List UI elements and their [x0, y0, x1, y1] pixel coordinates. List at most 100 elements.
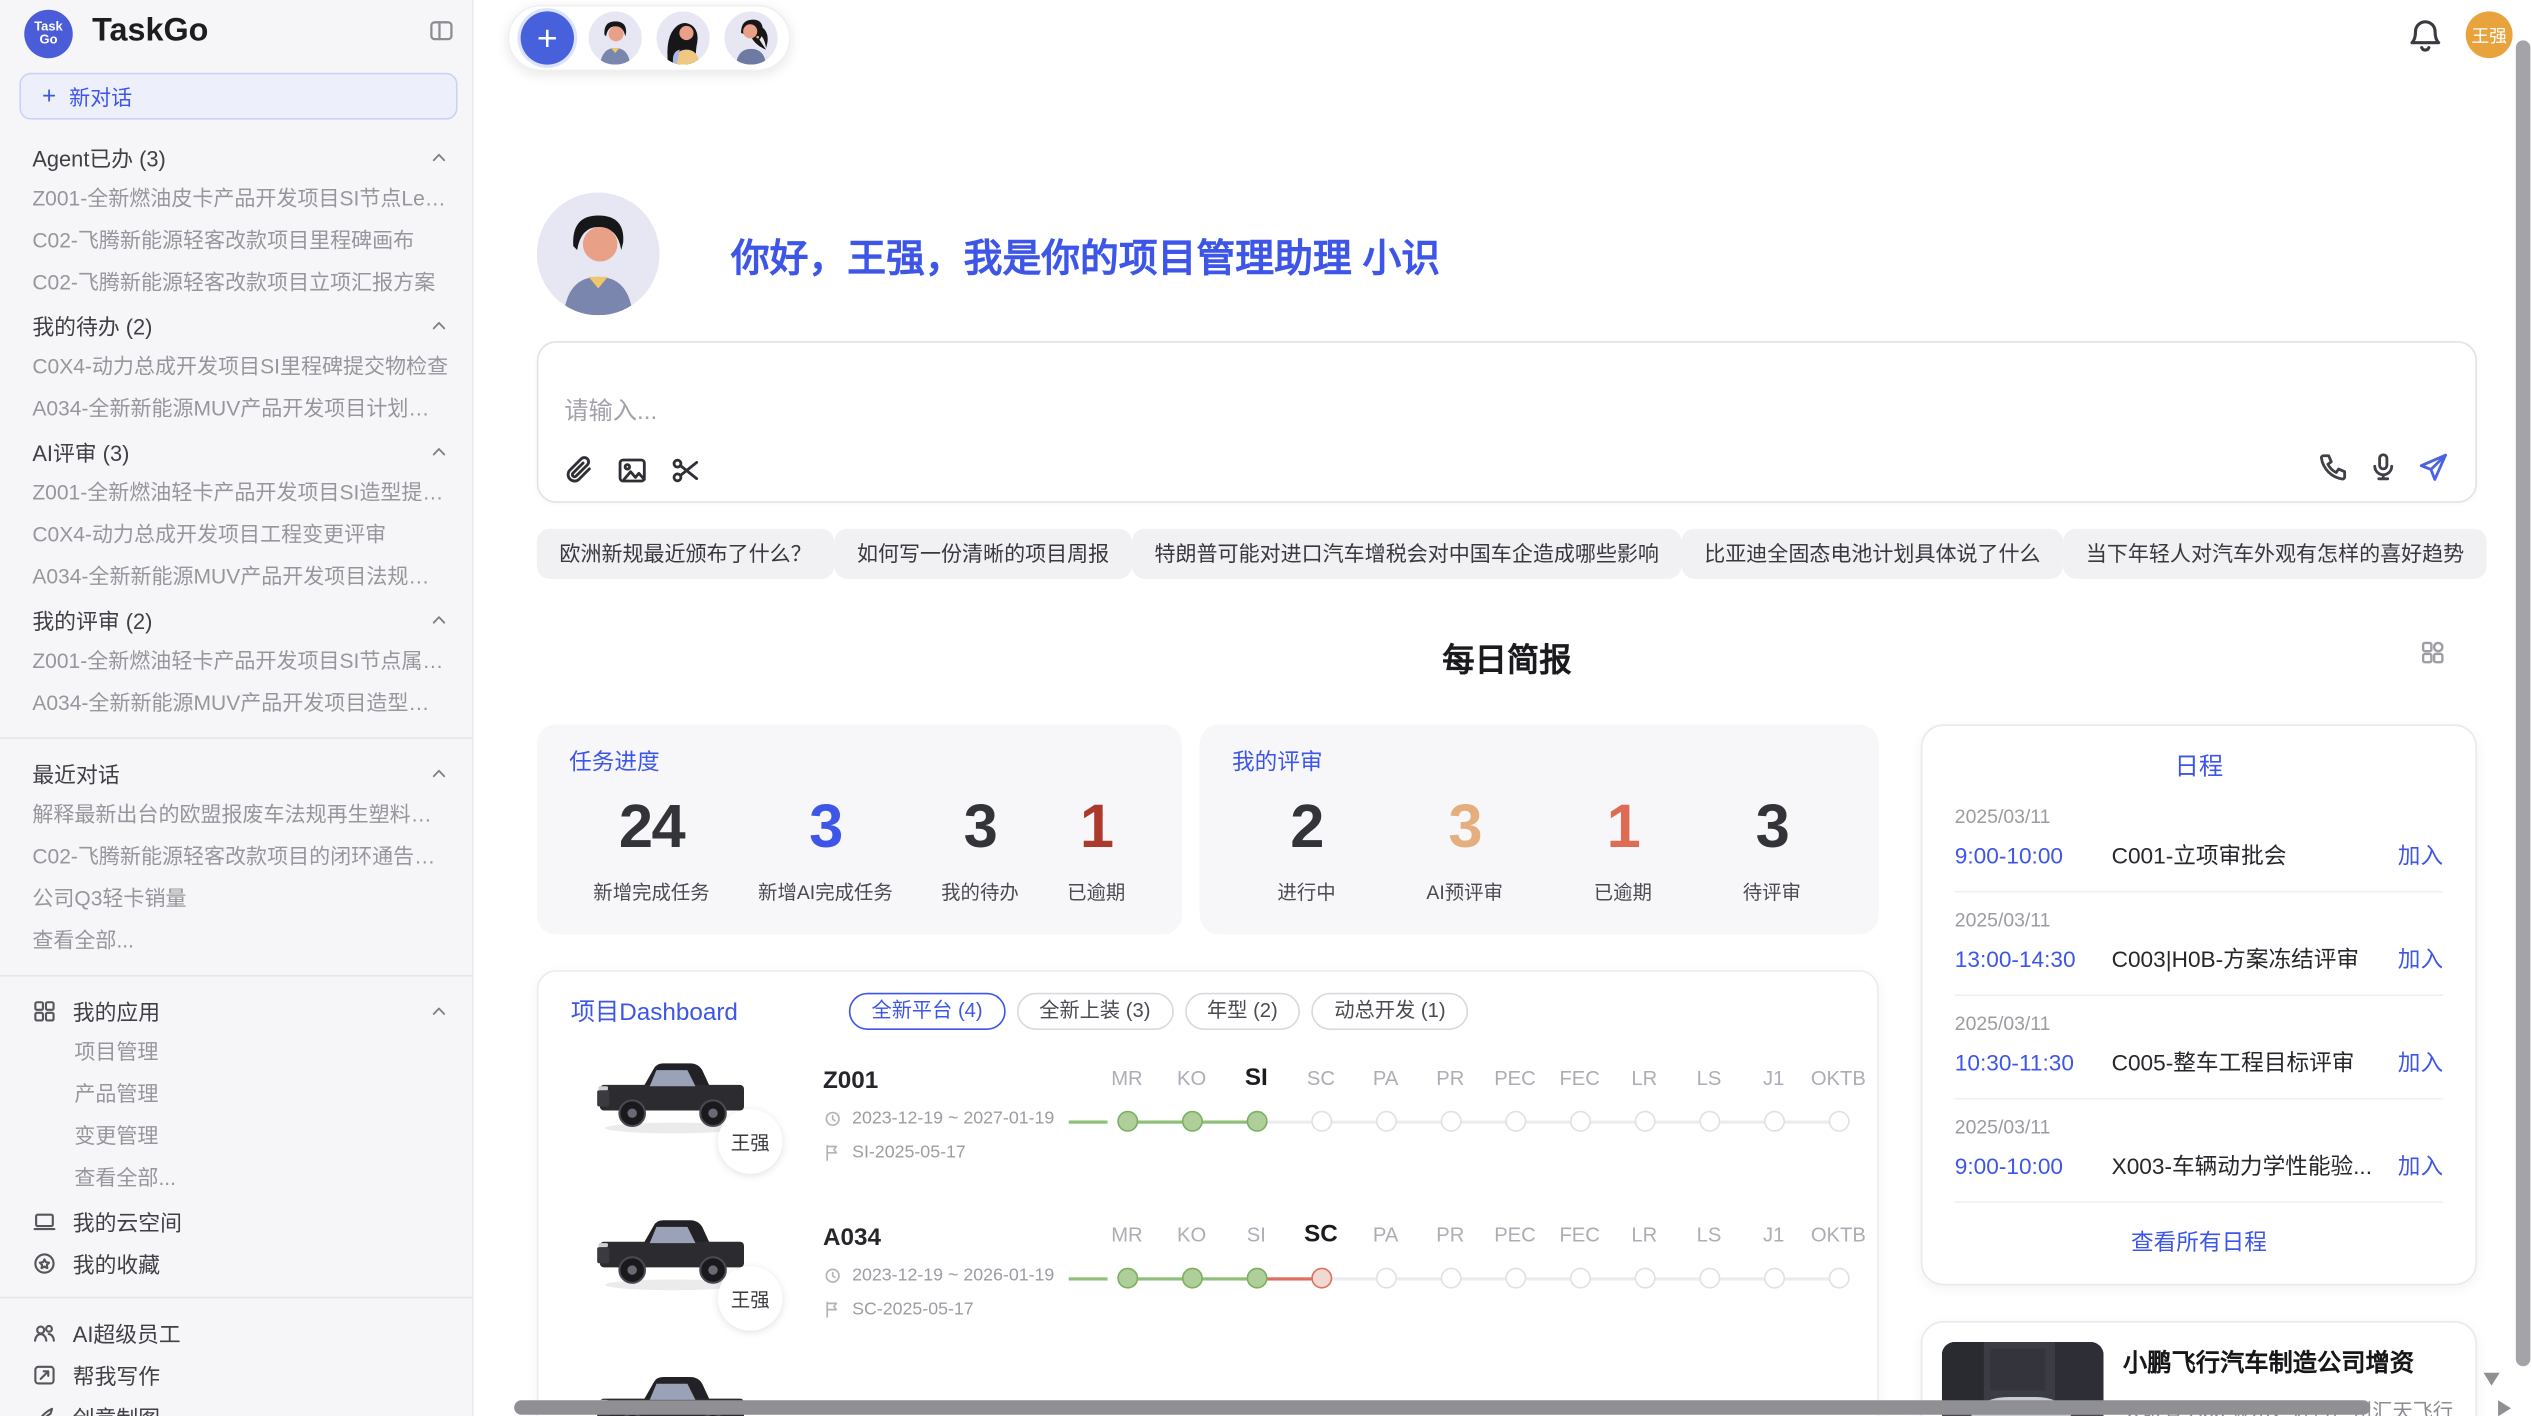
image-upload-icon[interactable] [616, 454, 648, 486]
sidebar-item-laptop[interactable]: 我的云空间 [0, 1200, 472, 1242]
project-info: A0342023-12-19 ~ 2026-01-19SC-2025-05-17 [823, 1224, 1054, 1319]
sidebar-item[interactable]: Z001-全新燃油轻卡产品开发项目SI节点属性5D文件评审 [0, 640, 472, 682]
dashboard-tab[interactable]: 年型 (2) [1184, 993, 1300, 1030]
briefing-columns: 任务进度24新增完成任务3新增AI完成任务3我的待办1已逾期我的评审2进行中3A… [537, 724, 2477, 1416]
project-dates: 2023-12-19 ~ 2026-01-19 [823, 1266, 1054, 1285]
plus-icon: + [42, 82, 56, 109]
chevron-up-icon [428, 1000, 449, 1021]
event-join-link[interactable]: 加入 [2398, 943, 2443, 975]
recent-view-all-link[interactable]: 查看全部... [0, 920, 472, 962]
sidebar-item[interactable]: C0X4-动力总成开发项目工程变更评审 [0, 514, 472, 556]
milestone-track: MRKOSISCPAPRPECFECLRLSJ1OKTB [1095, 1216, 1871, 1303]
milestone: MR [1095, 1216, 1160, 1303]
milestone-dot [1634, 1268, 1655, 1289]
section-title: Agent已办 (3) [32, 141, 165, 173]
sidebar-item[interactable]: C02-飞腾新能源轻客改款项目里程碑画布 [0, 220, 472, 262]
stat-value: 3 [1743, 794, 1801, 864]
sidebar-item-my-apps[interactable]: 我的应用 [0, 990, 472, 1032]
project-row[interactable]: 王强Z0012023-12-19 ~ 2027-01-19SI-2025-05-… [571, 1043, 1877, 1200]
dashboard-title: 项目Dashboard [571, 994, 849, 1028]
suggestion-chip[interactable]: 如何写一份清晰的项目周报 [834, 529, 1132, 579]
app-subitem[interactable]: 产品管理 [0, 1074, 472, 1116]
sidebar-tool-pen[interactable]: 创意制图 [0, 1395, 472, 1416]
suggestion-chip[interactable]: 欧洲新规最近颁布了什么？ [537, 529, 835, 579]
recent-conversation-item[interactable]: 解释最新出台的欧盟报废车法规再生塑料比例被调至15%... [0, 794, 472, 836]
dashboard-tab[interactable]: 动总开发 (1) [1312, 993, 1468, 1030]
attachment-paperclip-icon[interactable] [563, 454, 595, 486]
app-subitem[interactable]: 查看全部... [0, 1158, 472, 1200]
sidebar-item[interactable]: C0X4-动力总成开发项目SI里程碑提交物检查 [0, 346, 472, 388]
collapse-sidebar-icon[interactable] [428, 18, 454, 44]
stat: 1已逾期 [1067, 794, 1125, 906]
chat-input[interactable] [564, 398, 2019, 425]
microphone-icon[interactable] [2367, 451, 2399, 483]
section-title: 我的评审 (2) [32, 603, 152, 635]
input-attachments [563, 454, 702, 486]
event-join-link[interactable]: 加入 [2398, 1150, 2443, 1182]
milestone-label: OKTB [1806, 1059, 1871, 1098]
stat-cards-row: 任务进度24新增完成任务3新增AI完成任务3我的待办1已逾期我的评审2进行中3A… [537, 724, 1879, 934]
event-join-link[interactable]: 加入 [2398, 839, 2443, 871]
sidebar-scroll: Agent已办 (3) Z001-全新燃油皮卡产品开发项目SI节点Lesson L… [0, 136, 472, 1416]
app-subitem[interactable]: 变更管理 [0, 1116, 472, 1158]
recent-section-header[interactable]: 最近对话 [0, 752, 472, 794]
row-label: 我的云空间 [73, 1205, 450, 1237]
section-header[interactable]: Agent已办 (3) [0, 136, 472, 178]
send-icon[interactable] [2417, 451, 2449, 483]
milestone-label: MR [1095, 1059, 1160, 1098]
section-header[interactable]: AI评审 (3) [0, 430, 472, 472]
event-date: 2025/03/11 [1955, 909, 2443, 932]
sidebar-tool-people[interactable]: AI超级员工 [0, 1311, 472, 1353]
assistant-avatar [537, 192, 660, 315]
sidebar-item[interactable]: Z001-全新燃油皮卡产品开发项目SI节点Lesson Learn报告 [0, 178, 472, 220]
stat: 3新增AI完成任务 [758, 794, 893, 906]
vertical-scrollbar[interactable] [2516, 40, 2531, 1366]
sidebar-header: Task Go TaskGo [0, 0, 472, 68]
dashboard-tab[interactable]: 全新平台 (4) [849, 993, 1005, 1030]
milestone-dot [1699, 1268, 1720, 1289]
row-label: 创意制图 [73, 1400, 450, 1416]
stat-card-title: 任务进度 [569, 745, 1149, 777]
sidebar-item[interactable]: C02-飞腾新能源轻客改款项目立项汇报方案 [0, 262, 472, 304]
app-window: Task Go TaskGo + 新对话 Agent已办 (3) Z001-全新燃… [0, 0, 2532, 1416]
dashboard-header: 项目Dashboard 全新平台 (4) 全新上装 (3) 年型 (2) 动总开发 (… [571, 993, 1877, 1030]
sidebar-tool-write[interactable]: 帮我写作 [0, 1353, 472, 1395]
section-header[interactable]: 我的评审 (2) [0, 598, 472, 640]
chat-input-card [537, 341, 2477, 503]
section-header[interactable]: 我的待办 (2) [0, 304, 472, 346]
sidebar-item[interactable]: A034-全新新能源MUV产品开发项目计划变更表编写 [0, 388, 472, 430]
new-chat-button[interactable]: + 新对话 [19, 73, 457, 120]
milestone-dot [1569, 1268, 1590, 1289]
schedule-view-all-link[interactable]: 查看所有日程 [1922, 1226, 2475, 1258]
dashboard-tab[interactable]: 全新上装 (3) [1017, 993, 1173, 1030]
suggestion-chip[interactable]: 特朗普可能对进口汽车增税会对中国车企造成哪些影响 [1132, 529, 1682, 579]
sidebar-item-fav[interactable]: 我的收藏 [0, 1242, 472, 1284]
sidebar-item[interactable]: A034-全新新能源MUV产品开发项目法规符合性评审 [0, 556, 472, 598]
scroll-down-arrow-icon[interactable] [2483, 1373, 2499, 1386]
stat: 24新增完成任务 [593, 794, 709, 906]
horizontal-scrollbar[interactable] [514, 1400, 2370, 1415]
stat-label: 新增AI完成任务 [758, 878, 893, 905]
milestone: OKTB [1806, 1059, 1871, 1146]
event-date: 2025/03/11 [1955, 805, 2443, 828]
voice-call-phone-icon[interactable] [2317, 451, 2349, 483]
suggestion-chip[interactable]: 比亚迪全固态电池计划具体说了什么 [1682, 529, 2064, 579]
scroll-right-arrow-icon[interactable] [2498, 1400, 2511, 1416]
stat-value: 2 [1277, 794, 1335, 864]
recent-conversation-item[interactable]: 公司Q3轻卡销量 [0, 878, 472, 920]
clock-icon [823, 1266, 842, 1285]
suggestion-chip[interactable]: 当下年轻人对汽车外观有怎样的喜好趋势 [2063, 529, 2487, 579]
sidebar-item[interactable]: A034-全新新能源MUV产品开发项目造型可行性评审 [0, 682, 472, 724]
screenshot-scissors-icon[interactable] [669, 454, 701, 486]
sidebar-item[interactable]: Z001-全新燃油轻卡产品开发项目SI造型提交物评审 [0, 472, 472, 514]
recent-conversation-item[interactable]: C02-飞腾新能源轻客改款项目的闭环通告反馈情况 [0, 836, 472, 878]
sidebar-section: 我的待办 (2)C0X4-动力总成开发项目SI里程碑提交物检查A034-全新新能… [0, 304, 472, 430]
event-main: 9:00-10:00C001-立项审批会加入 [1955, 839, 2443, 871]
app-subitem[interactable]: 项目管理 [0, 1032, 472, 1074]
project-next-milestone: SI-2025-05-17 [823, 1143, 1054, 1162]
briefing-layout-grid-icon[interactable] [2419, 639, 2446, 666]
project-row[interactable]: 王强A0342023-12-19 ~ 2026-01-19SC-2025-05-… [571, 1200, 1877, 1357]
event-join-link[interactable]: 加入 [2398, 1046, 2443, 1078]
milestone: PEC [1483, 1059, 1548, 1146]
milestone: PA [1353, 1216, 1418, 1303]
